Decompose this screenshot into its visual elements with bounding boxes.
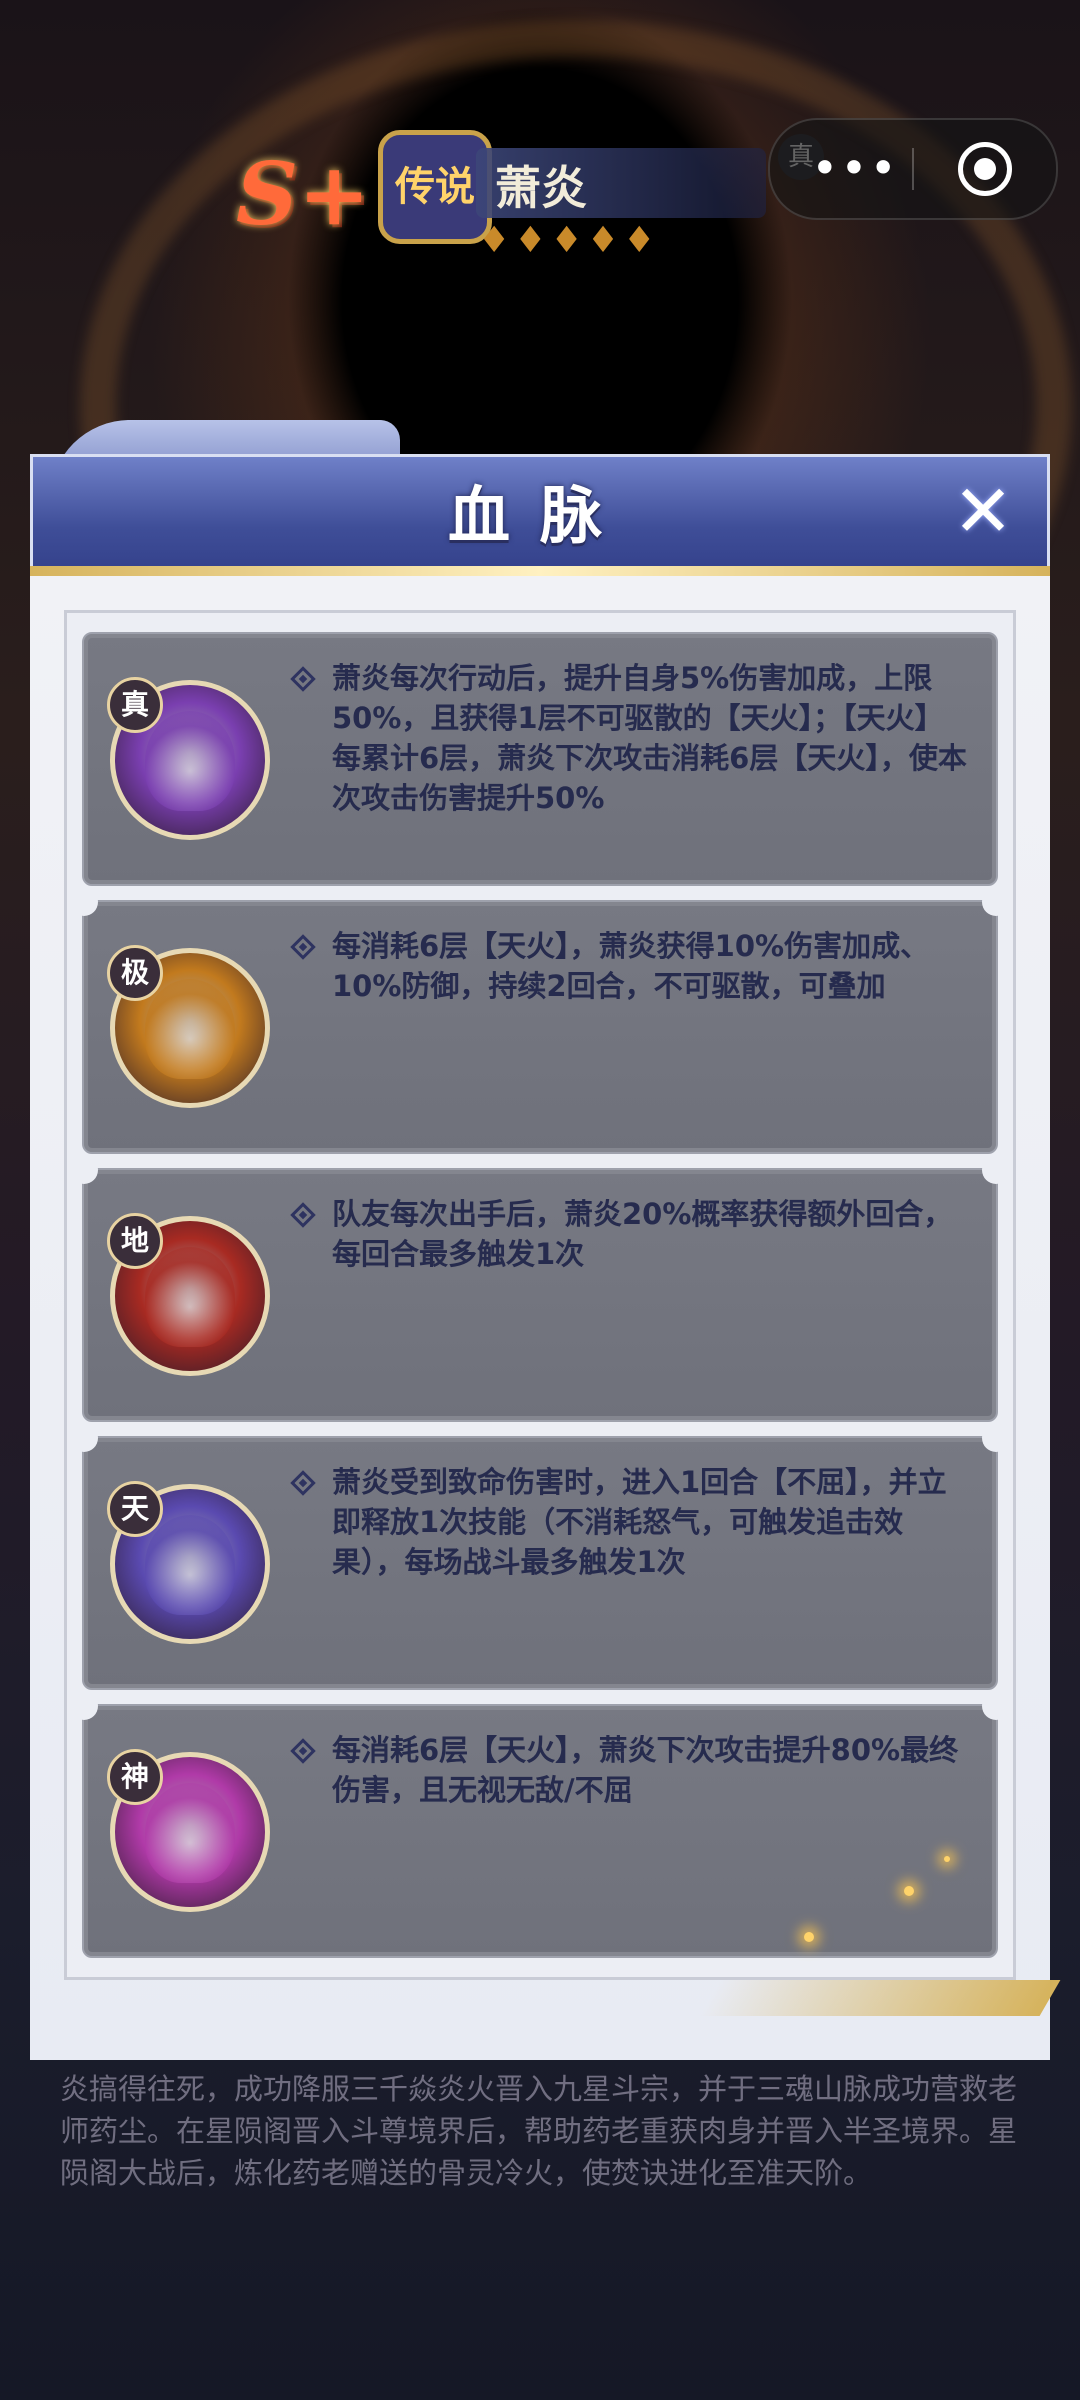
card-notch [982, 888, 1010, 916]
bloodline-item: 天 萧炎受到致命伤害时，进入1回合【不屈】，并立即释放1次技能（不消耗怒气，可触… [70, 1424, 1010, 1690]
tier-badge: 极 [107, 945, 163, 1001]
capsule-divider [912, 148, 914, 190]
diamond-bullet-icon [290, 1470, 316, 1496]
rank-badge: S+ [236, 144, 371, 245]
bloodline-description: 每消耗6层【天火】，萧炎下次攻击提升80%最终伤害，且无视无敌/不屈 [332, 1733, 959, 1807]
sparkle-effect [804, 1932, 814, 1942]
target-icon[interactable] [958, 142, 1012, 196]
diamond-bullet-icon [290, 1738, 316, 1764]
flame-icon [145, 979, 235, 1079]
bloodline-description: 每消耗6层【天火】，萧炎获得10%伤害加成、10%防御，持续2回合，不可驱散，可… [332, 929, 930, 1003]
bloodline-dialog: 血脉 ✕ 真 萧炎每次行动后，提升自身5%伤害加成，上限50%，且获得1层不可驱… [30, 420, 1061, 2060]
bloodline-emblem-icon: 真 [107, 677, 270, 840]
diamond-bullet-icon [290, 666, 316, 692]
tier-badge: 神 [107, 1749, 163, 1805]
bloodline-item: 真 萧炎每次行动后，提升自身5%伤害加成，上限50%，且获得1层不可驱散的【天火… [82, 632, 998, 886]
sparkle-effect [944, 1856, 950, 1862]
hero-name: 萧炎 [495, 161, 587, 215]
close-button[interactable]: ✕ [946, 474, 1020, 548]
card-notch [70, 1156, 98, 1184]
gold-trim [30, 566, 1050, 576]
flame-icon [145, 1247, 235, 1347]
bloodline-item: 极 每消耗6层【天火】，萧炎获得10%伤害加成、10%防御，持续2回合，不可驱散… [70, 888, 1010, 1154]
tier-badge: 真 [107, 677, 163, 733]
card-notch [982, 1692, 1010, 1720]
flame-icon [145, 711, 235, 811]
flame-icon [145, 1515, 235, 1615]
diamond-bullet-icon [290, 934, 316, 960]
card-notch [982, 1424, 1010, 1452]
more-icon[interactable]: ••• [810, 140, 900, 196]
bloodline-emblem-icon: 天 [107, 1481, 270, 1644]
bloodline-description: 萧炎受到致命伤害时，进入1回合【不屈】，并立即释放1次技能（不消耗怒气，可触发追… [332, 1465, 947, 1579]
tier-badge: 天 [107, 1481, 163, 1537]
card-notch [70, 888, 98, 916]
star-rating: ♦♦♦♦♦ [478, 220, 660, 261]
miniprogram-capsule: ••• [768, 118, 1058, 220]
card-notch [70, 1692, 98, 1720]
dialog-title: 血脉 [447, 479, 632, 552]
gold-trim-bottom [699, 1980, 1061, 2016]
hero-story-text: 炎搞得往死，成功降服三千焱炎火晋入九星斗宗，并于三魂山脉成功营救老师药尘。在星陨… [60, 2072, 1018, 2190]
diamond-bullet-icon [290, 1202, 316, 1228]
bloodline-emblem-icon: 极 [107, 945, 270, 1108]
bloodline-emblem-icon: 神 [107, 1749, 270, 1912]
sparkle-effect [904, 1886, 914, 1896]
card-notch [70, 1424, 98, 1452]
bloodline-item: 神 每消耗6层【天火】，萧炎下次攻击提升80%最终伤害，且无视无敌/不屈 [70, 1692, 1010, 1958]
tier-badge: 地 [107, 1213, 163, 1269]
bloodline-item: 地 队友每次出手后，萧炎20%概率获得额外回合，每回合最多触发1次 [70, 1156, 1010, 1422]
rarity-badge: 传说 [378, 130, 492, 244]
card-notch [982, 1156, 1010, 1184]
bloodline-description: 萧炎每次行动后，提升自身5%伤害加成，上限50%，且获得1层不可驱散的【天火】；… [332, 661, 967, 815]
bloodline-description: 队友每次出手后，萧炎20%概率获得额外回合，每回合最多触发1次 [332, 1197, 953, 1271]
flame-icon [145, 1783, 235, 1883]
bloodline-emblem-icon: 地 [107, 1213, 270, 1376]
hero-header: S+ 传说 萧炎 ♦♦♦♦♦ 真 ••• [0, 0, 1080, 300]
